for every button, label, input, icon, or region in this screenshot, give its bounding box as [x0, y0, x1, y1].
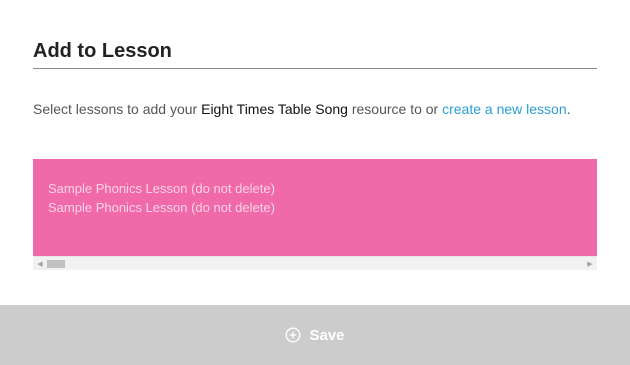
resource-name: Eight Times Table Song — [201, 101, 348, 117]
lesson-item[interactable]: Sample Phonics Lesson (do not delete) — [48, 179, 275, 198]
save-button[interactable]: Save — [0, 305, 630, 365]
add-to-lesson-modal: Add to Lesson Select lessons to add your… — [0, 0, 630, 365]
horizontal-scrollbar[interactable]: ◀ ▶ — [33, 256, 597, 270]
lesson-list: Sample Phonics Lesson (do not delete) Sa… — [48, 179, 275, 217]
lesson-item[interactable]: Sample Phonics Lesson (do not delete) — [48, 198, 275, 217]
modal-description: Select lessons to add your Eight Times T… — [33, 99, 593, 120]
description-suffix: . — [566, 101, 571, 117]
modal-title: Add to Lesson — [33, 40, 172, 62]
save-button-label: Save — [309, 326, 345, 344]
create-new-lesson-link[interactable]: create a new lesson — [442, 101, 567, 117]
triangle-right-icon[interactable]: ▶ — [583, 257, 597, 271]
lesson-list-box: Sample Phonics Lesson (do not delete) Sa… — [33, 159, 597, 256]
plus-circle-icon — [286, 327, 301, 343]
scrollbar-thumb[interactable] — [47, 260, 65, 268]
title-divider — [33, 68, 597, 69]
description-middle: resource to or — [347, 101, 443, 117]
triangle-left-icon[interactable]: ◀ — [33, 257, 47, 271]
description-prefix: Select lessons to add your — [33, 101, 202, 117]
